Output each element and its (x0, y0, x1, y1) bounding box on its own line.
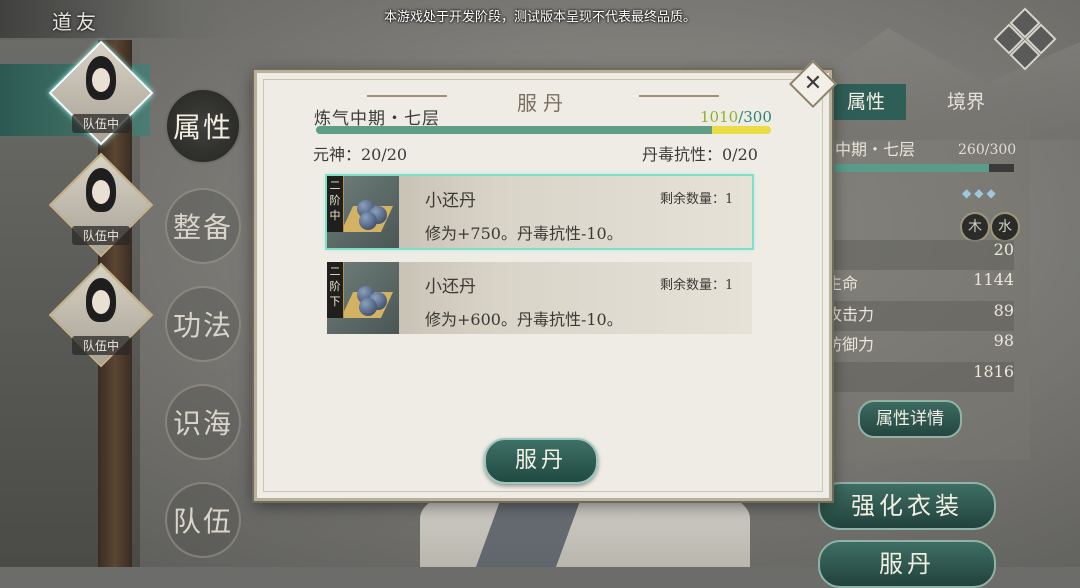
pill-description: 修为+750。丹毒抗性-10。 (425, 224, 623, 243)
pill-quantity: 剩余数量：1 (660, 192, 734, 207)
close-icon: ✕ (803, 71, 823, 96)
party-status-label: 队伍中 (72, 114, 130, 133)
title-ornament-right (639, 95, 719, 103)
stat-row: 1816 (826, 362, 1014, 392)
realm-exp-bar (826, 164, 1014, 172)
tab-realm[interactable]: 境界 (926, 84, 1006, 120)
realm-exp: 260/300 (958, 142, 1017, 158)
party-member-1[interactable]: 队伍中 (48, 40, 154, 146)
dev-notice: 本游戏处于开发阶段，测试版本呈现不代表最终品质。 (383, 10, 696, 25)
stat-value: 1816 (973, 362, 1014, 381)
stat-row: 生命 1144 (826, 270, 1014, 300)
exp-max: /300 (738, 108, 772, 126)
stat-row: 防御力 98 (826, 331, 1014, 361)
menu-icon[interactable] (993, 7, 1057, 71)
grade-badge: 二阶中 (327, 176, 344, 232)
pill-quantity: 剩余数量：1 (660, 278, 734, 293)
tab-party[interactable]: 队伍 (165, 482, 241, 558)
party-member-3[interactable]: 队伍中 (48, 262, 154, 368)
enhance-outfit-button[interactable]: 强化衣装 (818, 482, 996, 530)
party-status-label: 队伍中 (72, 336, 130, 355)
spirit-value: 元神：20/20 (313, 145, 408, 164)
party-status-label: 队伍中 (72, 226, 130, 245)
grade-badge: 二阶下 (327, 262, 344, 318)
party-member-2[interactable]: 队伍中 (48, 152, 154, 258)
exp-bar-overflow (711, 126, 771, 134)
realm-exp-fill (826, 164, 989, 172)
eat-pill-side-button[interactable]: 服丹 (818, 540, 996, 588)
portrait-avatar (86, 56, 116, 100)
pill-resistance-value: 丹毒抗性：0/20 (642, 145, 758, 164)
water-element-icon: 水 (990, 212, 1020, 242)
exp-bar-fill (316, 126, 712, 134)
tab-skills[interactable]: 功法 (165, 286, 241, 362)
exp-current: 1010 (700, 108, 739, 126)
dialog-exp: 1010/300 (700, 108, 772, 126)
pill-list-item[interactable]: 二阶下 小还丹 剩余数量：1 修为+600。丹毒抗性-10。 (327, 262, 752, 334)
tab-attributes-right[interactable]: 属性 (826, 84, 906, 120)
tab-equipment[interactable]: 整备 (165, 188, 241, 264)
stat-value: 1144 (973, 270, 1014, 289)
portrait-avatar (86, 168, 116, 212)
pill-name: 小还丹 (425, 277, 476, 297)
stat-label: 攻击力 (826, 305, 875, 324)
pill-list-item[interactable]: 二阶中 小还丹 剩余数量：1 修为+750。丹毒抗性-10。 (325, 174, 754, 250)
star-rating-icon: ◆◆◆ (962, 186, 999, 200)
stat-row: 20 (826, 240, 1014, 270)
stat-value: 89 (993, 301, 1014, 320)
stat-label: 防御力 (826, 335, 875, 354)
title-ornament-left (367, 95, 447, 103)
wood-element-icon: 木 (960, 212, 990, 242)
realm-label: 中期・七层 (835, 140, 916, 159)
tab-attributes[interactable]: 属性 (165, 88, 241, 164)
pill-description: 修为+600。丹毒抗性-10。 (425, 310, 623, 329)
tab-mind-sea[interactable]: 识海 (165, 384, 241, 460)
stat-value: 20 (993, 240, 1014, 259)
dialog-exp-bar (316, 126, 771, 134)
stat-row: 攻击力 89 (826, 301, 1014, 331)
attribute-tabs: 属性 境界 (826, 84, 1026, 120)
eat-pill-button[interactable]: 服丹 (484, 438, 598, 484)
stat-value: 98 (993, 331, 1014, 350)
portrait-avatar (86, 278, 116, 322)
attribute-details-button[interactable]: 属性详情 (858, 400, 962, 438)
pill-name: 小还丹 (425, 191, 476, 211)
